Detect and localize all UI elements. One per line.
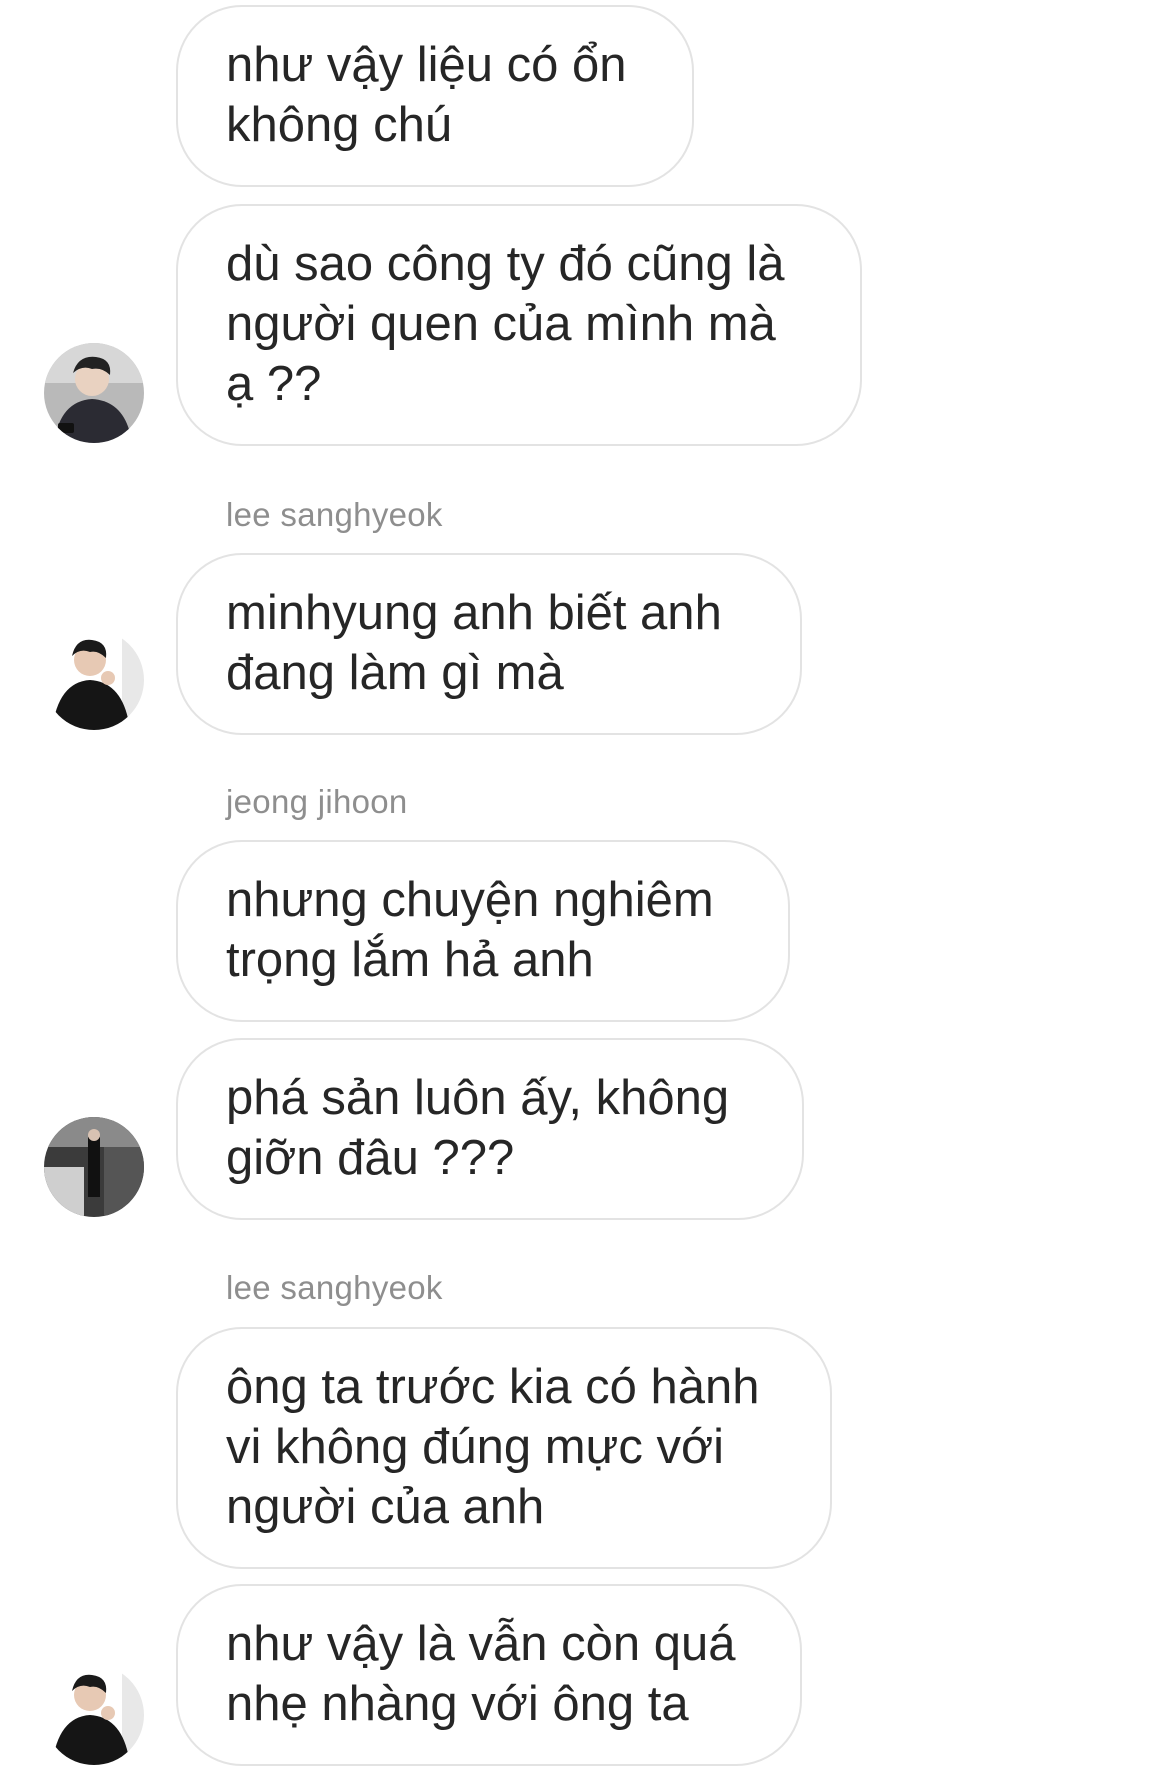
user-avatar-icon	[44, 1665, 144, 1765]
message-bubble[interactable]: nhưng chuyện nghiêm trọng lắm hả anh	[176, 840, 790, 1022]
message-bubble[interactable]: minhyung anh biết anh đang làm gì mà	[176, 553, 802, 735]
message-bubble[interactable]: như vậy liệu có ổn không chú	[176, 5, 694, 187]
sender-name: lee sanghyeok	[226, 496, 443, 533]
message-bubble[interactable]: dù sao công ty đó cũng là người quen của…	[176, 204, 862, 446]
user-avatar-icon	[44, 343, 144, 443]
sender-avatar[interactable]	[44, 1117, 144, 1217]
message-bubble[interactable]: như vậy là vẫn còn quá nhẹ nhàng với ông…	[176, 1584, 802, 1766]
sender-name: lee sanghyeok	[226, 1269, 443, 1306]
message-bubble[interactable]: phá sản luôn ấy, không giỡn đâu ???	[176, 1038, 804, 1220]
user-avatar-icon	[44, 1117, 144, 1217]
message-bubble[interactable]: ông ta trước kia có hành vi không đúng m…	[176, 1327, 832, 1569]
user-avatar-icon	[44, 630, 144, 730]
sender-avatar[interactable]	[44, 630, 144, 730]
sender-avatar[interactable]	[44, 343, 144, 443]
sender-name: jeong jihoon	[226, 783, 408, 820]
sender-avatar[interactable]	[44, 1665, 144, 1765]
